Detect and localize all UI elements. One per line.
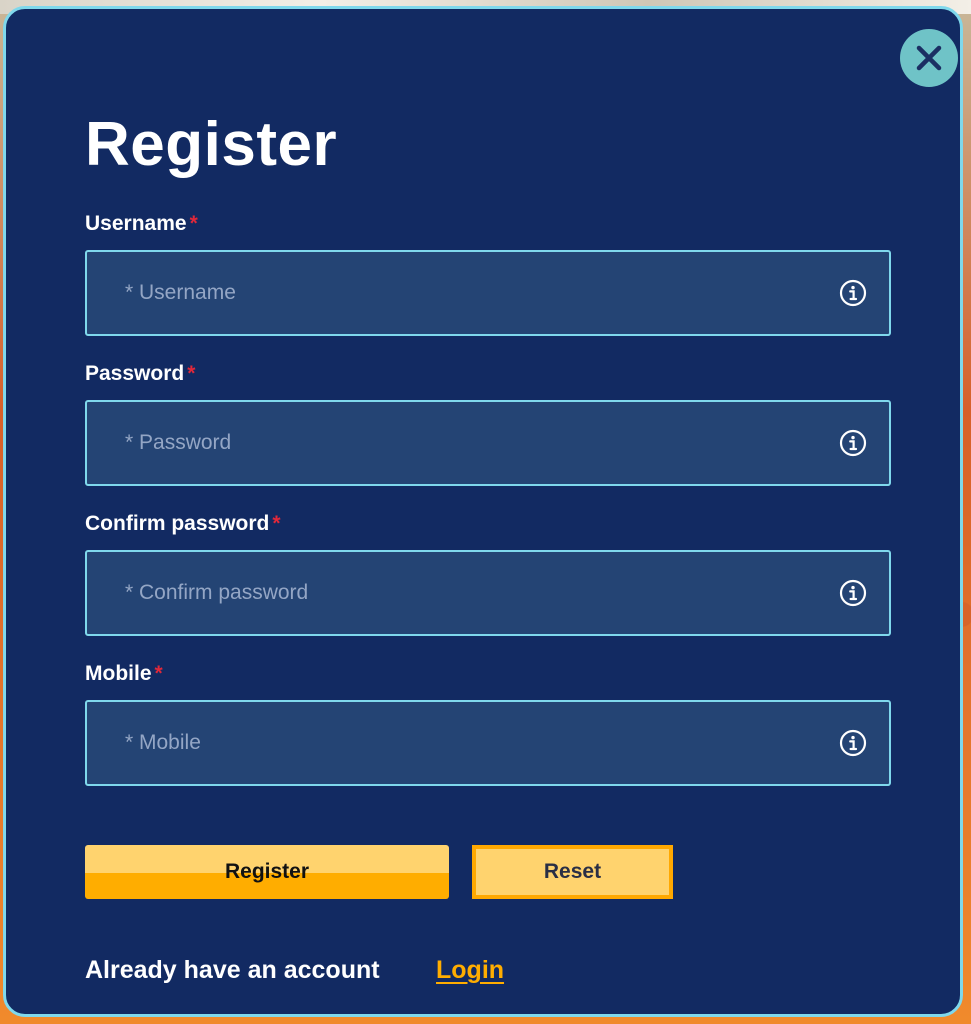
- reset-button[interactable]: Reset: [472, 845, 673, 899]
- close-button[interactable]: [900, 29, 958, 87]
- confirm-password-label-text: Confirm password: [85, 512, 270, 535]
- info-icon[interactable]: [839, 279, 867, 307]
- close-icon: [916, 45, 942, 71]
- mobile-field: [85, 700, 891, 786]
- username-label-text: Username: [85, 212, 187, 235]
- password-input[interactable]: [87, 402, 827, 484]
- username-input[interactable]: [87, 252, 827, 334]
- confirm-password-field: [85, 550, 891, 636]
- info-icon[interactable]: [839, 579, 867, 607]
- username-label: Username *: [85, 212, 198, 236]
- modal-title: Register: [85, 110, 338, 179]
- info-icon[interactable]: [839, 429, 867, 457]
- register-button[interactable]: Register: [85, 845, 449, 899]
- confirm-password-label: Confirm password *: [85, 512, 281, 536]
- mobile-input[interactable]: [87, 702, 827, 784]
- already-have-account-text: Already have an account: [85, 956, 380, 984]
- required-mark: *: [187, 362, 196, 385]
- register-modal: Register Username* Password* Confirm pas…: [3, 6, 963, 1017]
- required-mark: *: [272, 512, 281, 535]
- password-label: Password *: [85, 362, 195, 386]
- required-mark: *: [154, 662, 163, 685]
- required-mark: *: [189, 212, 198, 235]
- mobile-label: Mobile *: [85, 662, 163, 686]
- info-icon[interactable]: [839, 729, 867, 757]
- confirm-password-input[interactable]: [87, 552, 827, 634]
- login-link[interactable]: Login: [436, 956, 504, 985]
- username-field: [85, 250, 891, 336]
- password-field: [85, 400, 891, 486]
- mobile-label-text: Mobile: [85, 662, 152, 685]
- password-label-text: Password: [85, 362, 185, 385]
